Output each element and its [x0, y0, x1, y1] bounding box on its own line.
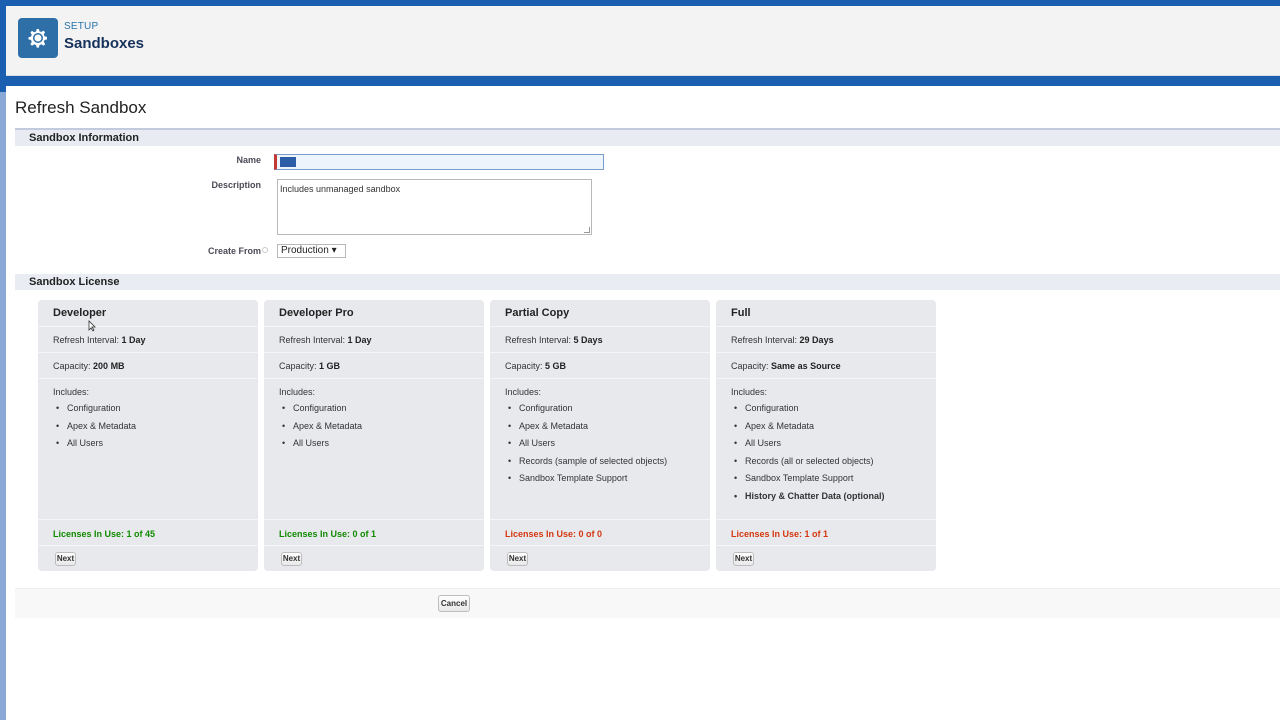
licenses-in-use: Licenses In Use: 1 of 1: [731, 529, 829, 539]
mouse-cursor-icon: [88, 320, 96, 332]
capacity: Capacity: 200 MB: [53, 361, 125, 371]
next-button[interactable]: Next: [55, 552, 76, 566]
refresh-interval: Refresh Interval: 5 Days: [505, 335, 603, 345]
includes-label: Includes:: [505, 387, 542, 397]
list-item: Sandbox Template Support: [505, 473, 667, 491]
capacity: Capacity: 5 GB: [505, 361, 567, 371]
list-item: All Users: [505, 438, 667, 456]
list-item: Apex & Metadata: [505, 421, 667, 439]
capacity: Capacity: 1 GB: [279, 361, 341, 371]
list-item: Configuration: [279, 403, 362, 421]
includes-label: Includes:: [731, 387, 768, 397]
includes-label: Includes:: [279, 387, 316, 397]
includes-list: Configuration Apex & Metadata All Users: [279, 403, 362, 456]
button-bar: [15, 588, 1280, 618]
card-title: Developer: [53, 307, 107, 319]
list-item: Configuration: [53, 403, 136, 421]
list-item: All Users: [53, 438, 136, 456]
gear-icon: [18, 18, 58, 58]
card-title: Developer Pro: [279, 307, 354, 319]
list-item: Configuration: [505, 403, 667, 421]
licenses-in-use: Licenses In Use: 0 of 0: [505, 529, 603, 539]
resize-handle-icon[interactable]: [584, 227, 590, 233]
description-label: Description: [211, 180, 261, 190]
info-icon: [262, 247, 268, 253]
refresh-interval: Refresh Interval: 1 Day: [279, 335, 372, 345]
licenses-in-use: Licenses In Use: 1 of 45: [53, 529, 156, 539]
cancel-button[interactable]: Cancel: [438, 595, 470, 612]
list-item: All Users: [731, 438, 885, 456]
page-title: Refresh Sandbox: [15, 98, 147, 117]
capacity: Capacity: Same as Source: [731, 361, 841, 371]
description-field[interactable]: Includes unmanaged sandbox: [277, 179, 592, 235]
section-sandbox-information: Sandbox Information: [15, 128, 1280, 146]
card-title: Full: [731, 307, 751, 319]
refresh-interval: Refresh Interval: 1 Day: [53, 335, 146, 345]
list-item: Apex & Metadata: [53, 421, 136, 439]
card-title: Partial Copy: [505, 307, 570, 319]
list-item: Records (sample of selected objects): [505, 456, 667, 474]
main-content: Refresh Sandbox Sandbox Information Name…: [6, 86, 1280, 720]
next-button[interactable]: Next: [281, 552, 302, 566]
license-card-partial-copy: Partial Copy Refresh Interval: 5 Days Ca…: [490, 300, 710, 571]
includes-label: Includes:: [53, 387, 90, 397]
page-header: SETUP Sandboxes: [6, 6, 1280, 76]
list-item: Configuration: [731, 403, 885, 421]
list-item: All Users: [279, 438, 362, 456]
includes-list: Configuration Apex & Metadata All Users …: [731, 403, 885, 508]
description-value: Includes unmanaged sandbox: [280, 184, 401, 194]
includes-list: Configuration Apex & Metadata All Users: [53, 403, 136, 456]
create-from-label: Create From: [207, 246, 261, 256]
create-from-select[interactable]: Production ▾: [277, 244, 346, 258]
license-card-developer-pro: Developer Pro Refresh Interval: 1 Day Ca…: [264, 300, 484, 571]
name-field[interactable]: [274, 154, 604, 170]
includes-list: Configuration Apex & Metadata All Users …: [505, 403, 667, 491]
section-sandbox-license: Sandbox License: [15, 274, 1280, 290]
list-item: Records (all or selected objects): [731, 456, 885, 474]
refresh-interval: Refresh Interval: 29 Days: [731, 335, 834, 345]
list-item: History & Chatter Data (optional): [731, 491, 885, 509]
next-button[interactable]: Next: [507, 552, 528, 566]
license-card-full: Full Refresh Interval: 29 Days Capacity:…: [716, 300, 936, 571]
license-card-developer: Developer Refresh Interval: 1 Day Capaci…: [38, 300, 258, 571]
list-item: Apex & Metadata: [731, 421, 885, 439]
breadcrumb[interactable]: SETUP: [64, 21, 98, 32]
name-label: Name: [236, 155, 261, 165]
licenses-in-use: Licenses In Use: 0 of 1: [279, 529, 377, 539]
list-item: Apex & Metadata: [279, 421, 362, 439]
list-item: Sandbox Template Support: [731, 473, 885, 491]
next-button[interactable]: Next: [733, 552, 754, 566]
selected-text: [280, 157, 296, 167]
header-title: Sandboxes: [64, 35, 145, 52]
